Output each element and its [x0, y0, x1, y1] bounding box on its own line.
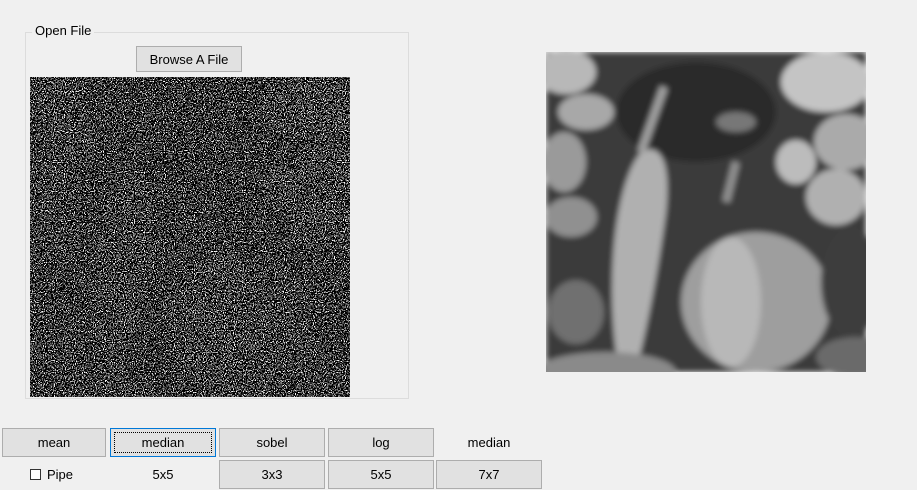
- browse-file-button[interactable]: Browse A File: [136, 46, 242, 72]
- open-file-group-title: Open File: [32, 23, 95, 39]
- kernel-3x3-button[interactable]: 3x3: [219, 460, 325, 489]
- sobel-filter-button[interactable]: sobel: [219, 428, 325, 457]
- pipe-checkbox-label: Pipe: [47, 467, 74, 482]
- input-noisy-image: [30, 77, 350, 397]
- pipe-checkbox-box[interactable]: [30, 469, 41, 480]
- kernel-size-label: 5x5: [152, 467, 174, 482]
- log-filter-button[interactable]: log: [328, 428, 434, 457]
- kernel-5x5-button[interactable]: 5x5: [328, 460, 434, 489]
- pipe-checkbox[interactable]: Pipe: [30, 461, 73, 488]
- output-filtered-image: [546, 52, 866, 372]
- current-filter-label: median: [467, 435, 511, 450]
- kernel-7x7-button[interactable]: 7x7: [436, 460, 542, 489]
- median-filter-button[interactable]: median: [110, 428, 216, 457]
- mean-filter-button[interactable]: mean: [2, 428, 106, 457]
